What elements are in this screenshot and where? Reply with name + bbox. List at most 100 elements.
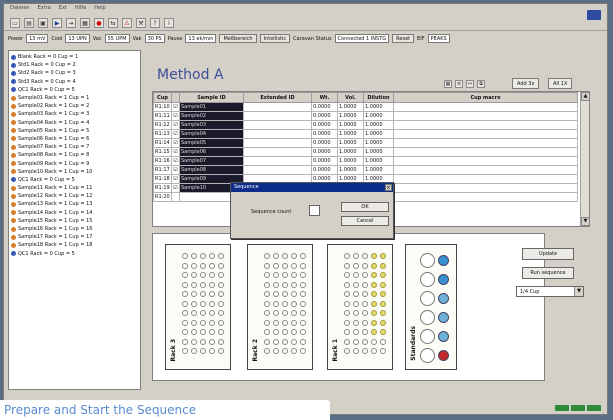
tube-position[interactable]: [200, 319, 206, 326]
row-checkbox[interactable]: ☑: [171, 183, 180, 193]
tube-position[interactable]: [200, 253, 206, 259]
table-row[interactable]: R1:12 ☑ Sample03 0.0000 1.0000 1.0000: [153, 120, 578, 130]
cup-macro-cell[interactable]: [393, 192, 578, 202]
standard-cup[interactable]: [438, 331, 449, 342]
tube-position[interactable]: [300, 281, 306, 288]
tube-position[interactable]: [264, 272, 270, 278]
weight-cell[interactable]: 0.0000: [311, 102, 338, 112]
extended-id-cell[interactable]: [243, 102, 312, 112]
tube-position[interactable]: [380, 281, 386, 288]
grid-icon[interactable]: ▦: [444, 80, 452, 88]
cup-cell[interactable]: R1:13: [153, 129, 172, 139]
standard-position[interactable]: [420, 310, 435, 325]
tube-position[interactable]: [273, 329, 279, 335]
tube-position[interactable]: [264, 319, 270, 326]
chevron-down-icon[interactable]: ▼: [574, 287, 583, 296]
tube-position[interactable]: [273, 348, 279, 354]
tube-position[interactable]: [200, 338, 206, 345]
tube-position[interactable]: [362, 291, 368, 297]
tube-position[interactable]: [209, 348, 215, 354]
tube-position[interactable]: [291, 329, 297, 335]
dilution-cell[interactable]: 1.0000: [363, 111, 394, 121]
tube-position[interactable]: [182, 310, 188, 316]
tube-position[interactable]: [353, 281, 359, 288]
volume-cell[interactable]: 1.0000: [337, 156, 364, 166]
sample-id-cell[interactable]: Sample06: [179, 147, 244, 157]
rack-2[interactable]: Rack 2: [247, 244, 313, 370]
tube-position[interactable]: [191, 329, 197, 335]
tube-position[interactable]: [353, 253, 359, 259]
dilution-cell[interactable]: 1.0000: [363, 165, 394, 175]
row-checkbox[interactable]: ☑: [171, 102, 180, 112]
tube-position[interactable]: [353, 291, 359, 297]
tube-position[interactable]: [273, 338, 279, 345]
dilution-cell[interactable]: 1.0000: [363, 156, 394, 166]
standard-position[interactable]: [420, 329, 435, 344]
tube-position[interactable]: [300, 300, 306, 307]
tree-item[interactable]: Sample16 Rack = 1 Cup = 16: [11, 225, 140, 233]
tube-position[interactable]: [264, 291, 270, 297]
standard-cup[interactable]: [438, 293, 449, 304]
tube-position[interactable]: [362, 300, 368, 307]
tube-position[interactable]: [380, 310, 386, 316]
tube-position[interactable]: [209, 262, 215, 269]
table-row[interactable]: R1:11 ☑ Sample02 0.0000 1.0000 1.0000: [153, 111, 578, 121]
tube-position[interactable]: [371, 300, 377, 307]
move-icon[interactable]: ↔: [466, 80, 474, 88]
tube-position[interactable]: [264, 338, 270, 345]
ok-button[interactable]: OK: [341, 202, 389, 212]
tube-position[interactable]: [344, 291, 350, 297]
swap-icon[interactable]: ⇆: [108, 18, 118, 28]
tube-position[interactable]: [182, 300, 188, 307]
tree-item[interactable]: Sample02 Rack = 1 Cup = 2: [11, 102, 140, 110]
tube-position[interactable]: [300, 310, 306, 316]
tube-position[interactable]: [209, 319, 215, 326]
tube-position[interactable]: [362, 253, 368, 259]
table-row[interactable]: R1:10 ☑ Sample01 0.0000 1.0000 1.0000: [153, 102, 578, 112]
tube-position[interactable]: [380, 300, 386, 307]
table-row[interactable]: R1:17 ☑ Sample08 0.0000 1.0000 1.0000: [153, 165, 578, 175]
tube-position[interactable]: [264, 262, 270, 269]
intellistic-button[interactable]: Intellistic: [259, 34, 291, 43]
tube-position[interactable]: [362, 338, 368, 345]
tree-item[interactable]: Std2 Rack = 0 Cup = 3: [11, 69, 140, 77]
menu-item[interactable]: Help: [94, 5, 105, 14]
dilution-cell[interactable]: 1.0000: [363, 102, 394, 112]
cup-cell[interactable]: R1:19: [153, 183, 172, 193]
tube-position[interactable]: [344, 310, 350, 316]
tube-position[interactable]: [182, 291, 188, 297]
cup-cell[interactable]: R1:16: [153, 156, 172, 166]
tube-position[interactable]: [264, 253, 270, 259]
close-icon[interactable]: ×: [385, 184, 392, 191]
tube-position[interactable]: [344, 262, 350, 269]
cup-select[interactable]: 1/4 Cup ▼: [516, 286, 584, 297]
tube-position[interactable]: [291, 310, 297, 316]
row-checkbox[interactable]: ☑: [171, 165, 180, 175]
tube-position[interactable]: [282, 338, 288, 345]
tree-item[interactable]: Std1 Rack = 0 Cup = 2: [11, 61, 140, 69]
column-header-dilution[interactable]: Dilution: [363, 92, 394, 103]
tube-position[interactable]: [362, 319, 368, 326]
tube-position[interactable]: [353, 262, 359, 269]
cup-macro-cell[interactable]: [393, 138, 578, 148]
tube-position[interactable]: [362, 281, 368, 288]
tube-position[interactable]: [200, 329, 206, 335]
cup-cell[interactable]: R1:18: [153, 174, 172, 184]
tree-item[interactable]: QC1 Rack = 0 Cup = 5: [11, 176, 140, 184]
tube-position[interactable]: [191, 348, 197, 354]
tube-position[interactable]: [209, 300, 215, 307]
tube-position[interactable]: [344, 281, 350, 288]
tree-item[interactable]: Sample07 Rack = 1 Cup = 7: [11, 143, 140, 151]
tube-position[interactable]: [218, 253, 224, 259]
tube-position[interactable]: [291, 281, 297, 288]
tube-position[interactable]: [273, 281, 279, 288]
tube-position[interactable]: [282, 310, 288, 316]
tube-position[interactable]: [182, 319, 188, 326]
cup-macro-cell[interactable]: [393, 129, 578, 139]
row-checkbox[interactable]: ☑: [171, 138, 180, 148]
standards-rack[interactable]: Standards: [405, 244, 457, 370]
row-checkbox[interactable]: ☑: [171, 129, 180, 139]
extended-id-cell[interactable]: [243, 111, 312, 121]
menu-item[interactable]: Hilfe: [75, 5, 86, 14]
standard-cup[interactable]: [438, 350, 449, 361]
